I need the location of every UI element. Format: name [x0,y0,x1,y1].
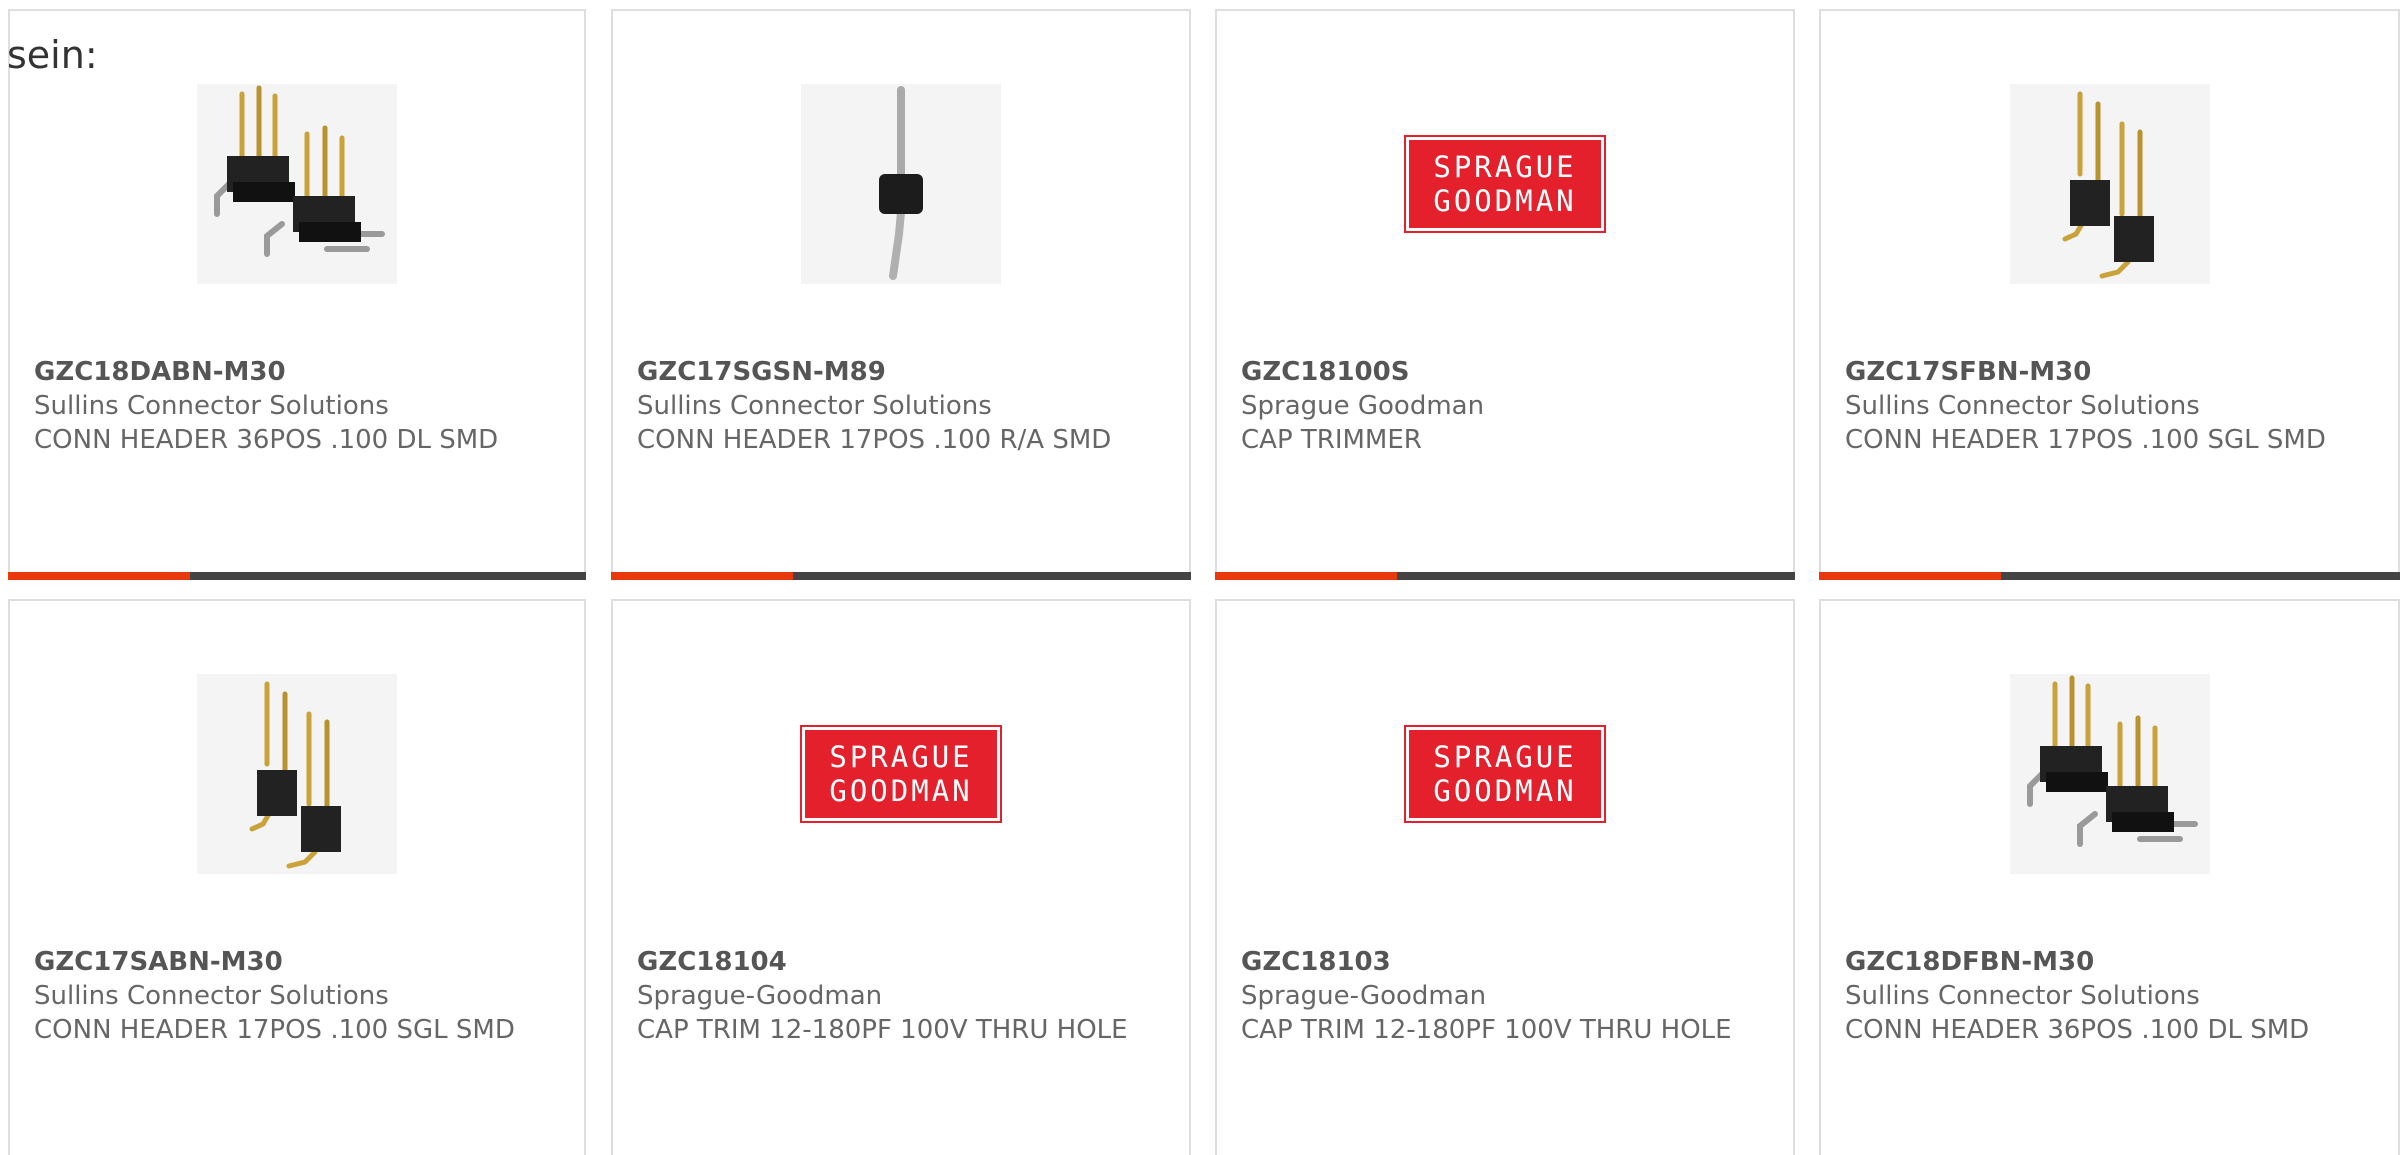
description: CAP TRIMMER [1241,425,1422,455]
product-image[interactable] [1821,79,2398,289]
card-bottom-bar [1215,572,1795,580]
part-number[interactable]: GZC17SGSN-M89 [637,355,1149,389]
product-card[interactable]: GZC17SGSN-M89 Sullins Connector Solution… [611,9,1191,580]
card-accent [8,572,190,580]
description: CONN HEADER 17POS .100 R/A SMD [637,425,1112,455]
card-accent [611,572,793,580]
manufacturer: Sprague-Goodman [1241,981,1487,1011]
manufacturer: Sullins Connector Solutions [1845,391,2200,421]
part-number[interactable]: GZC18DFBN-M30 [1845,945,2358,979]
description: CONN HEADER 17POS .100 SGL SMD [1845,425,2326,455]
manufacturer: Sullins Connector Solutions [34,981,389,1011]
product-image[interactable] [613,79,1189,289]
part-number[interactable]: GZC17SABN-M30 [34,945,544,979]
logo-line: GOODMAN [1433,774,1577,808]
manufacturer: Sullins Connector Solutions [1845,981,2200,1011]
product-grid: GZC18DABN-M30 Sullins Connector Solution… [0,0,2400,1155]
product-card[interactable]: SPRAGUE GOODMAN GZC18100S Sprague Goodma… [1215,9,1795,580]
logo-line: SPRAGUE [1433,740,1577,774]
manufacturer: Sullins Connector Solutions [34,391,389,421]
single-row-pin-header-image [2009,84,2210,284]
product-image[interactable] [1821,669,2398,879]
logo-line: GOODMAN [829,774,973,808]
description: CONN HEADER 36POS .100 DL SMD [1845,1015,2310,1045]
dual-row-pin-header-image [197,84,397,284]
sprague-goodman-logo: SPRAGUE GOODMAN [800,725,1002,823]
intro-text: sein: [7,33,98,77]
card-accent [1215,572,1397,580]
product-card[interactable]: GZC18DABN-M30 Sullins Connector Solution… [8,9,586,580]
card-bottom-bar [611,572,1191,580]
part-number[interactable]: GZC18100S [1241,355,1753,389]
description: CAP TRIM 12-180PF 100V THRU HOLE [637,1015,1128,1045]
manufacturer: Sprague Goodman [1241,391,1485,421]
sprague-goodman-logo: SPRAGUE GOODMAN [1404,725,1606,823]
logo-line: SPRAGUE [1433,150,1577,184]
logo-line: SPRAGUE [829,740,973,774]
product-image[interactable]: SPRAGUE GOODMAN [613,669,1189,879]
product-card[interactable]: GZC17SFBN-M30 Sullins Connector Solution… [1819,9,2400,580]
card-accent [1819,572,2001,580]
manufacturer: Sullins Connector Solutions [637,391,992,421]
product-image[interactable] [10,79,584,289]
sprague-goodman-logo: SPRAGUE GOODMAN [1404,135,1606,233]
description: CAP TRIM 12-180PF 100V THRU HOLE [1241,1015,1732,1045]
card-bottom-bar [8,572,586,580]
description: CONN HEADER 17POS .100 SGL SMD [34,1015,515,1045]
product-card[interactable]: GZC17SABN-M30 Sullins Connector Solution… [8,599,586,1155]
card-bottom-bar [1819,572,2400,580]
part-number[interactable]: GZC18DABN-M30 [34,355,544,389]
product-card[interactable]: SPRAGUE GOODMAN GZC18104 Sprague-Goodman… [611,599,1191,1155]
part-number[interactable]: GZC17SFBN-M30 [1845,355,2358,389]
product-image[interactable]: SPRAGUE GOODMAN [1217,669,1793,879]
dual-row-pin-header-image [2009,674,2210,874]
part-number[interactable]: GZC18103 [1241,945,1753,979]
product-card[interactable]: GZC18DFBN-M30 Sullins Connector Solution… [1819,599,2400,1155]
part-number[interactable]: GZC18104 [637,945,1149,979]
single-pin-header-image [801,84,1001,284]
logo-line: GOODMAN [1433,184,1577,218]
description: CONN HEADER 36POS .100 DL SMD [34,425,499,455]
product-card[interactable]: SPRAGUE GOODMAN GZC18103 Sprague-Goodman… [1215,599,1795,1155]
product-image[interactable] [10,669,584,879]
single-row-pin-header-image [197,674,397,874]
product-image[interactable]: SPRAGUE GOODMAN [1217,79,1793,289]
manufacturer: Sprague-Goodman [637,981,883,1011]
